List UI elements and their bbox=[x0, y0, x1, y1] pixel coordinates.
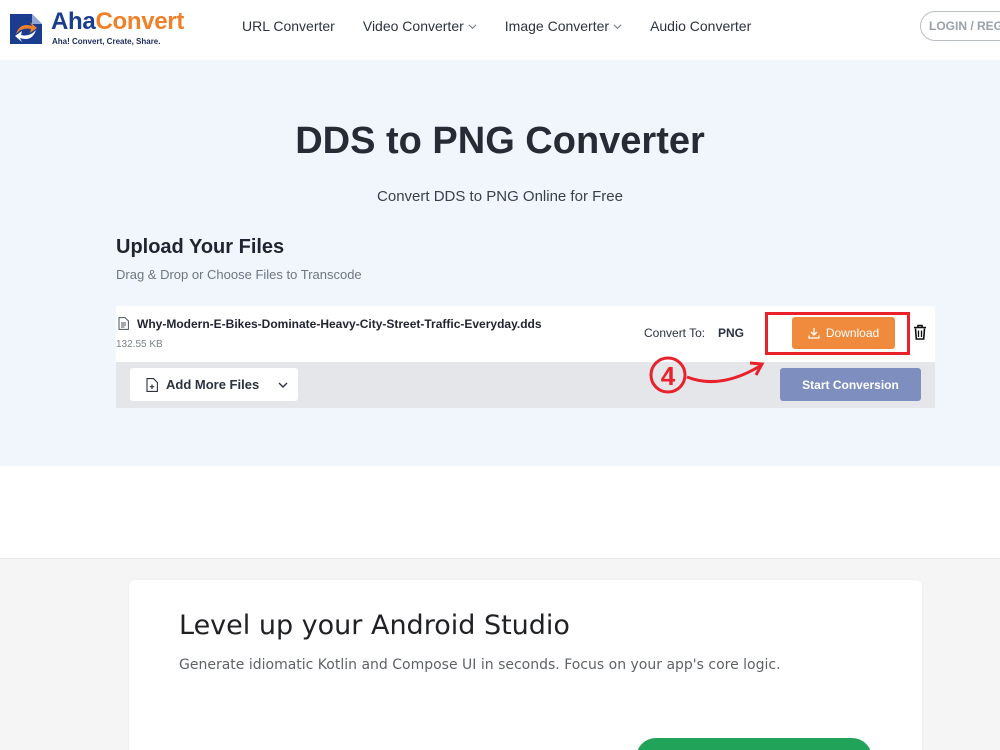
file-plus-icon bbox=[146, 377, 158, 392]
trash-icon[interactable] bbox=[913, 324, 927, 340]
output-format-select[interactable]: PNG bbox=[718, 326, 744, 340]
highlight-box bbox=[765, 312, 910, 355]
logo-tagline: Aha! Convert, Create, Share. bbox=[52, 37, 161, 46]
chevron-down-icon[interactable] bbox=[278, 380, 288, 390]
logo-text-part1: Aha bbox=[51, 8, 96, 35]
nav-url-converter[interactable]: URL Converter bbox=[242, 18, 335, 34]
file-size: 132.55 KB bbox=[116, 339, 163, 350]
upload-title: Upload Your Files bbox=[116, 236, 285, 258]
ad-subtitle: Generate idiomatic Kotlin and Compose UI… bbox=[179, 657, 781, 673]
logo-icon bbox=[10, 14, 42, 44]
nav-image-converter-label: Image Converter bbox=[504, 18, 610, 34]
logo-text: AhaConvert bbox=[51, 8, 184, 36]
upload-subtitle: Drag & Drop or Choose Files to Transcode bbox=[116, 267, 362, 282]
add-more-files-button[interactable]: Add More Files bbox=[130, 368, 298, 401]
main-nav: URL Converter Video Converter Image Conv… bbox=[242, 18, 779, 34]
nav-url-converter-label: URL Converter bbox=[242, 18, 335, 34]
logo-text-part2: Convert bbox=[95, 8, 185, 35]
step-number: 4 bbox=[661, 361, 676, 391]
chevron-down-icon bbox=[468, 23, 477, 29]
login-button[interactable]: LOGIN / REG bbox=[920, 11, 1000, 41]
step-annotation-arrow: 4 bbox=[649, 356, 765, 394]
chevron-down-icon bbox=[613, 23, 622, 29]
logo[interactable]: AhaConvert Aha! Convert, Create, Share. bbox=[6, 6, 186, 50]
nav-video-converter[interactable]: Video Converter bbox=[363, 18, 477, 34]
file-name: Why-Modern-E-Bikes-Dominate-Heavy-City-S… bbox=[137, 317, 542, 331]
nav-video-converter-label: Video Converter bbox=[362, 18, 464, 34]
ad-section: Level up your Android Studio Generate id… bbox=[0, 558, 1000, 750]
upload-action-bar: Add More Files Start Conversion bbox=[116, 362, 935, 408]
page-title: DDS to PNG Converter bbox=[295, 120, 705, 162]
page-subtitle: Convert DDS to PNG Online for Free bbox=[377, 188, 623, 205]
ad-title: Level up your Android Studio bbox=[179, 610, 570, 641]
document-icon bbox=[118, 317, 129, 330]
nav-audio-converter-label: Audio Converter bbox=[650, 18, 752, 34]
start-conversion-button[interactable]: Start Conversion bbox=[780, 368, 921, 401]
nav-audio-converter[interactable]: Audio Converter bbox=[650, 18, 751, 34]
add-more-files-label: Add More Files bbox=[166, 377, 260, 392]
ad-cta-button[interactable] bbox=[636, 738, 872, 750]
file-row: Why-Modern-E-Bikes-Dominate-Heavy-City-S… bbox=[116, 306, 935, 362]
ad-card[interactable]: Level up your Android Studio Generate id… bbox=[129, 580, 922, 750]
nav-image-converter[interactable]: Image Converter bbox=[505, 18, 622, 34]
converter-hero: DDS to PNG Converter Convert DDS to PNG … bbox=[0, 60, 1000, 466]
site-header: AhaConvert Aha! Convert, Create, Share. … bbox=[0, 0, 1000, 60]
convert-to-label: Convert To: bbox=[644, 326, 706, 340]
